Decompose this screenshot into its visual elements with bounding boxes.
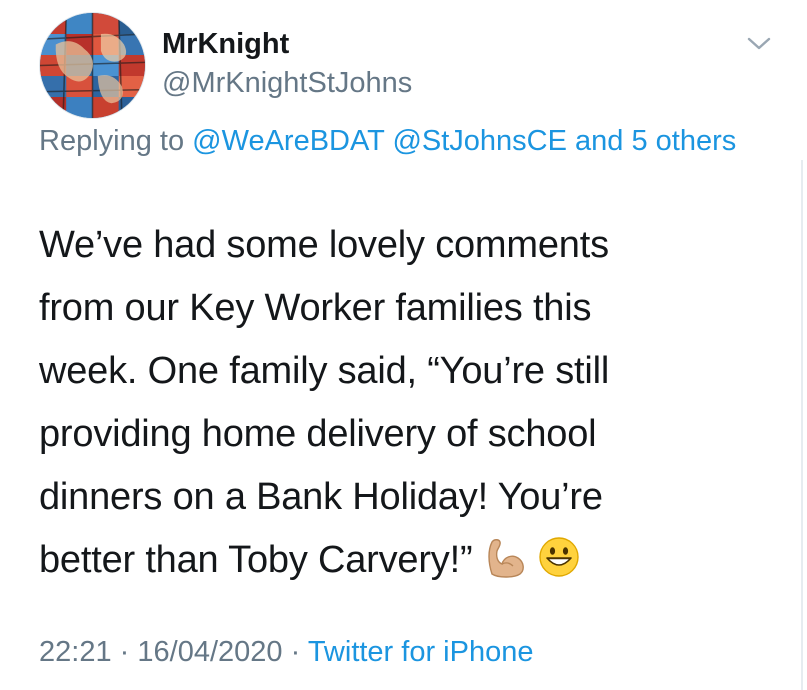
avatar-image	[40, 13, 145, 118]
chevron-down-icon	[747, 37, 771, 50]
tweet-text-line: better than Toby Carvery!”	[39, 539, 473, 581]
others-word: others	[655, 125, 737, 157]
meta-separator: ·	[119, 636, 130, 668]
flexed-biceps-emoji	[482, 535, 528, 598]
others-link[interactable]: and 5 others	[575, 125, 736, 157]
tweet-text: We’ve had some lovely comments from our …	[39, 214, 779, 598]
tweet-text-line: dinners on a Bank Holiday! You’re	[39, 476, 603, 518]
others-joiner: and	[575, 125, 624, 157]
tweet-text-line: We’ve had some lovely comments	[39, 224, 609, 266]
tweet-text-last-line: better than Toby Carvery!”	[39, 529, 779, 598]
replying-to-prefix: Replying to	[39, 125, 185, 157]
mention-link[interactable]: @WeAreBDAT	[192, 125, 384, 157]
author-handle[interactable]: @MrKnightStJohns	[162, 67, 412, 100]
tweet-meta: 22:21 · 16/04/2020 · Twitter for iPhone	[39, 636, 533, 669]
tweet-menu-button[interactable]	[742, 30, 776, 58]
tweet-text-line: providing home delivery of school	[39, 413, 597, 455]
replying-to-line: Replying to @WeAreBDAT @StJohnsCE and 5 …	[39, 119, 739, 163]
tweet-text-line: from our Key Worker families this	[39, 287, 592, 329]
meta-separator: ·	[290, 636, 301, 668]
author-display-name[interactable]: MrKnight	[162, 28, 289, 61]
grinning-face-emoji	[538, 535, 580, 598]
tweet-source-link[interactable]: Twitter for iPhone	[308, 636, 534, 668]
others-count: 5	[631, 125, 648, 157]
tweet-card: MrKnight @MrKnightStJohns Replying to @W…	[0, 0, 807, 690]
tweet-time: 22:21	[39, 636, 112, 668]
tweet-date: 16/04/2020	[137, 636, 283, 668]
mention-link[interactable]: @StJohnsCE	[392, 125, 567, 157]
tweet-text-line: week. One family said, “You’re still	[39, 350, 610, 392]
avatar[interactable]	[39, 12, 146, 119]
column-divider	[801, 160, 803, 690]
